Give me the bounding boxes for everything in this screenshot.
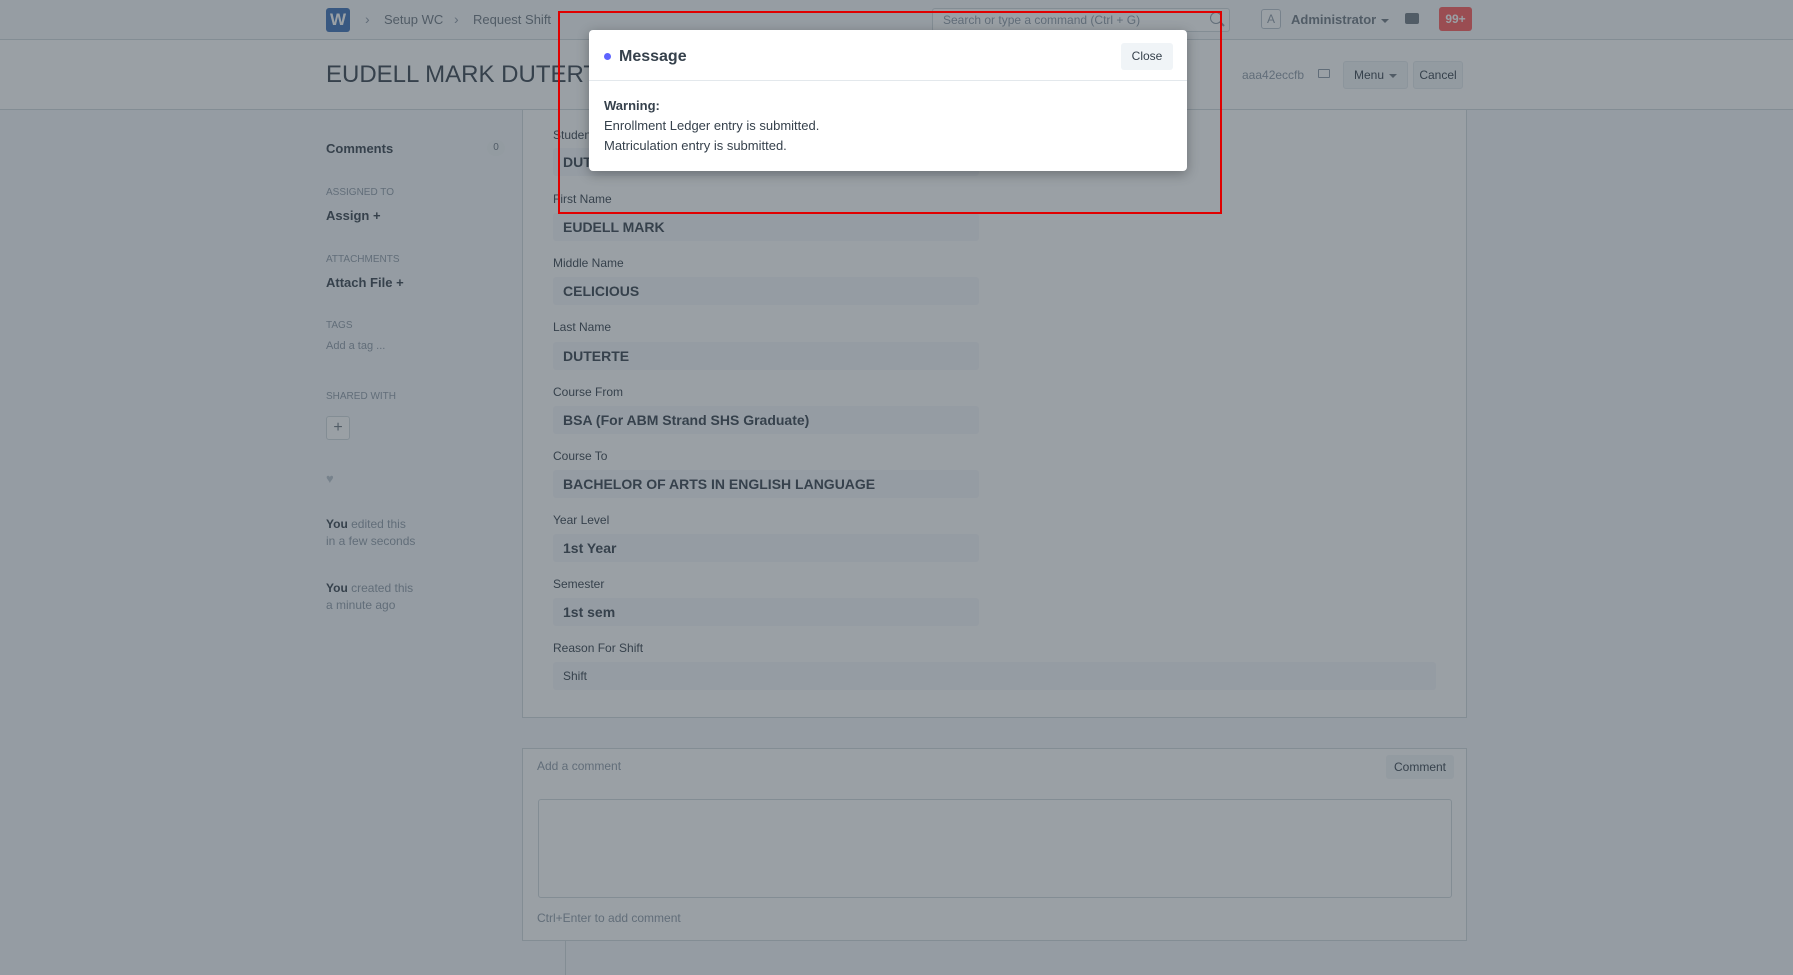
highlight-box xyxy=(558,11,1222,214)
